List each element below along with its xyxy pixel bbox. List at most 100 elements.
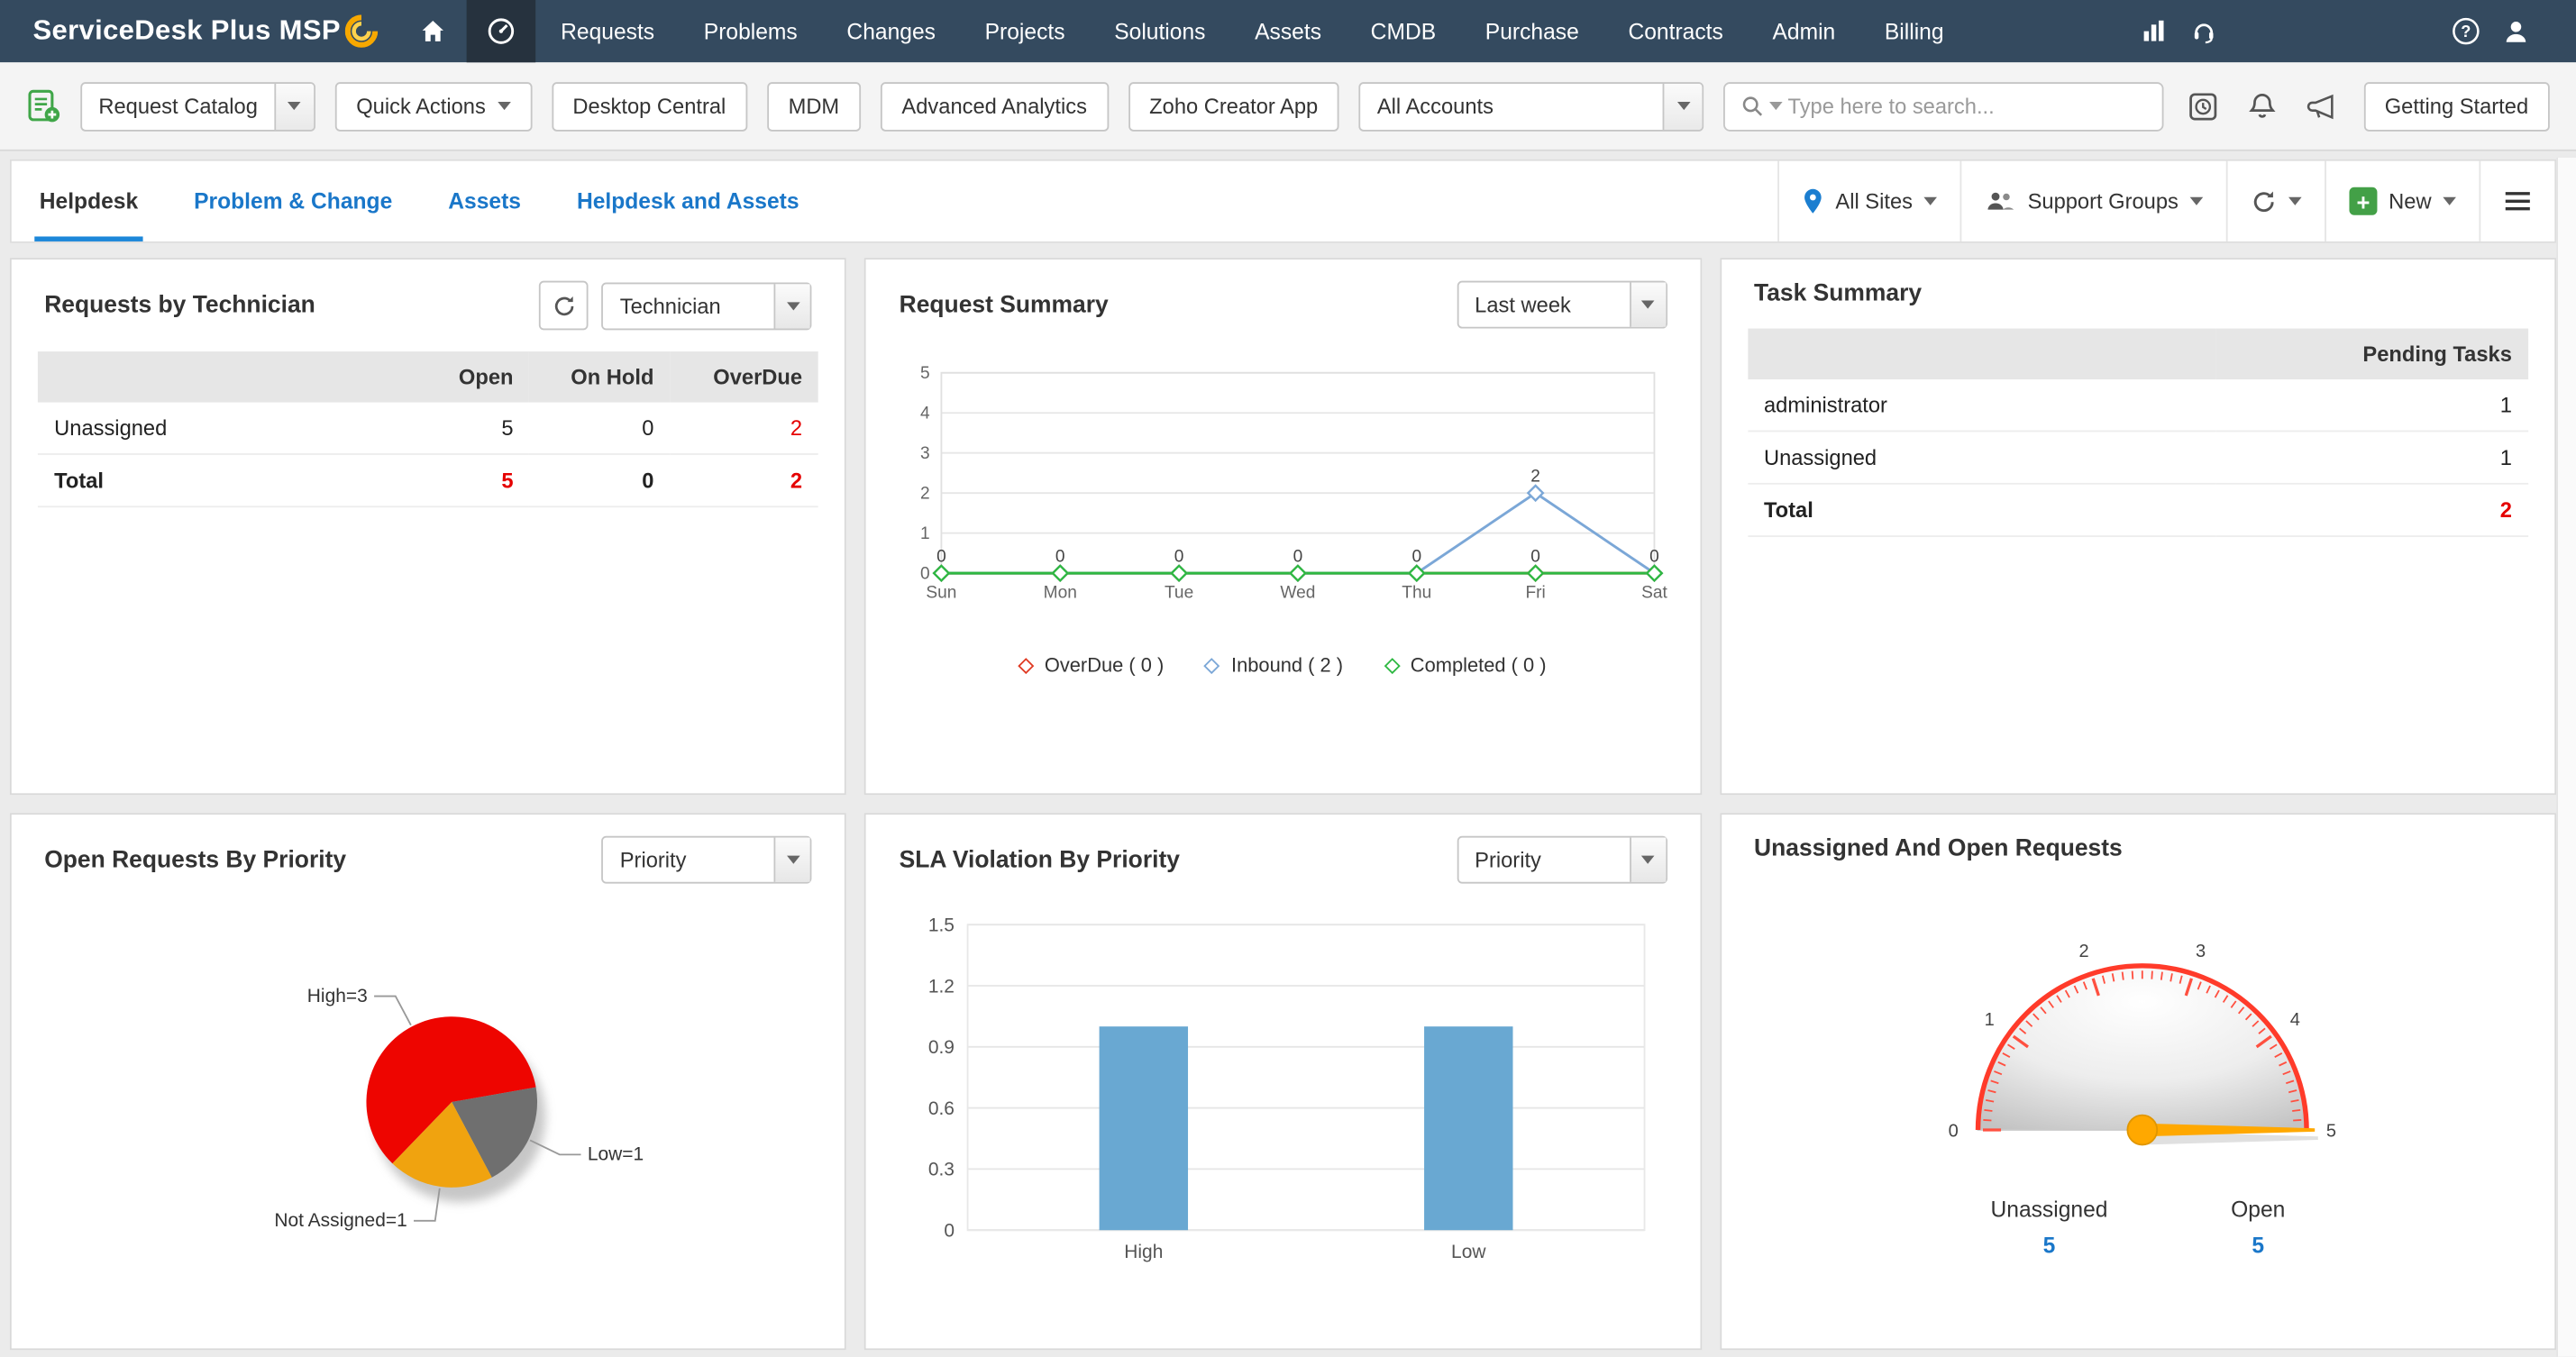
request-catalog-icon[interactable]: [26, 88, 60, 123]
card-sla-violation-by-priority: SLA Violation By Priority Priority 0 0.3 0…: [864, 813, 1702, 1351]
column-header[interactable]: [37, 351, 389, 403]
column-header-overdue[interactable]: OverDue: [670, 351, 819, 403]
svg-text:Fri: Fri: [1526, 583, 1546, 602]
svg-text:3: 3: [2195, 942, 2205, 961]
svg-text:1.2: 1.2: [928, 976, 955, 997]
stat-value-link[interactable]: 5: [2231, 1234, 2285, 1258]
chevron-down-icon: [1923, 196, 1938, 205]
svg-text:Sun: Sun: [927, 583, 957, 602]
stat-open: Open 5: [2231, 1198, 2285, 1258]
open-count[interactable]: 5: [388, 402, 530, 455]
zoho-creator-app-button[interactable]: Zoho Creator App: [1128, 81, 1339, 131]
total-onhold-count[interactable]: 0: [529, 453, 671, 508]
inbound-marker-icon: [1204, 657, 1221, 674]
period-dropdown[interactable]: Last week: [1457, 280, 1667, 329]
recent-items-button[interactable]: [2184, 87, 2224, 126]
dashboard-menu-button[interactable]: [2479, 160, 2554, 241]
total-pending-count[interactable]: 2: [2215, 483, 2529, 538]
owner-name: Unassigned: [1747, 431, 2216, 485]
request-catalog-dropdown[interactable]: Request Catalog: [80, 81, 315, 131]
search-input[interactable]: [1787, 93, 2148, 119]
global-search: [1723, 81, 2164, 131]
getting-started-button[interactable]: Getting Started: [2363, 81, 2550, 131]
tab-helpdesk-and-assets[interactable]: Helpdesk and Assets: [549, 161, 827, 241]
legend-item-overdue[interactable]: OverDue ( 0 ): [1017, 653, 1164, 677]
onhold-count[interactable]: 0: [529, 402, 671, 455]
overdue-count[interactable]: 2: [670, 402, 819, 455]
column-header-onhold[interactable]: On Hold: [529, 351, 671, 403]
dashboard-gauge-icon: [489, 18, 515, 44]
refresh-widget-button[interactable]: [539, 280, 589, 331]
table-row: Unassigned 5 0 2: [37, 402, 819, 455]
search-icon: [1743, 96, 1763, 116]
column-header-open[interactable]: Open: [388, 351, 530, 403]
request-catalog-label: Request Catalog: [98, 93, 258, 119]
requests-gauge-chart: 0 1 2 3 4 5: [1948, 942, 2335, 1146]
table-row: Unassigned 1: [1747, 431, 2529, 485]
nav-item-changes[interactable]: Changes: [822, 0, 960, 62]
nav-item-requests[interactable]: Requests: [536, 0, 680, 62]
gauge-stats: Unassigned 5 Open 5: [1722, 1198, 2555, 1258]
accounts-dropdown[interactable]: All Accounts: [1358, 81, 1704, 131]
desktop-central-button[interactable]: Desktop Central: [551, 81, 748, 131]
support-groups-dropdown[interactable]: Support Groups: [1959, 160, 2226, 241]
svg-text:Not Assigned=1: Not Assigned=1: [274, 1210, 406, 1231]
mdm-button[interactable]: MDM: [766, 81, 861, 131]
pending-count[interactable]: 1: [2215, 379, 2529, 433]
column-header-pending-tasks[interactable]: Pending Tasks: [2215, 328, 2529, 380]
page-scrollbar[interactable]: [2556, 157, 2576, 1357]
card-task-summary: Task Summary Pending Tasks administrator…: [1719, 258, 2557, 796]
user-icon: [2505, 21, 2526, 41]
nav-item-solutions[interactable]: Solutions: [1090, 0, 1230, 62]
total-open-count[interactable]: 5: [388, 453, 530, 508]
refresh-dropdown[interactable]: [2225, 160, 2325, 241]
card-title: SLA Violation By Priority: [899, 846, 1180, 873]
help-button[interactable]: ?: [2442, 0, 2491, 62]
legend-item-completed[interactable]: Completed ( 0 ): [1383, 653, 1547, 677]
total-overdue-count[interactable]: 2: [670, 453, 819, 508]
tab-assets[interactable]: Assets: [420, 161, 549, 241]
search-scope-chevron-icon[interactable]: [1769, 102, 1784, 111]
home-icon: [422, 20, 443, 41]
profile-button[interactable]: [2490, 0, 2540, 62]
svg-text:Sat: Sat: [1642, 583, 1668, 602]
home-button[interactable]: [398, 0, 468, 62]
new-button[interactable]: + New: [2325, 160, 2479, 241]
total-label: Total: [37, 453, 389, 508]
nav-item-projects[interactable]: Projects: [960, 0, 1090, 62]
chevron-down-icon: [497, 102, 511, 111]
priority-dropdown[interactable]: Priority: [601, 835, 813, 884]
notifications-button[interactable]: [2243, 87, 2282, 126]
nav-item-problems[interactable]: Problems: [679, 0, 822, 62]
svg-text:2: 2: [2078, 942, 2088, 961]
svg-text:0: 0: [937, 547, 947, 566]
nav-item-purchase[interactable]: Purchase: [1460, 0, 1603, 62]
nav-item-assets[interactable]: Assets: [1230, 0, 1347, 62]
priority-dropdown[interactable]: Priority: [1457, 835, 1667, 884]
legend-item-inbound[interactable]: Inbound ( 2 ): [1204, 653, 1343, 677]
advanced-analytics-button[interactable]: Advanced Analytics: [880, 81, 1109, 131]
nav-item-contracts[interactable]: Contracts: [1603, 0, 1748, 62]
stat-value-link[interactable]: 5: [1990, 1234, 2107, 1258]
quick-actions-dropdown[interactable]: Quick Actions: [334, 81, 532, 131]
nav-item-admin[interactable]: Admin: [1748, 0, 1859, 62]
announcements-button[interactable]: [2302, 87, 2342, 126]
pending-count[interactable]: 1: [2215, 431, 2529, 485]
tab-helpdesk[interactable]: Helpdesk: [12, 161, 166, 241]
accounts-dropdown-value: All Accounts: [1376, 93, 1494, 119]
dashboard-button[interactable]: [467, 0, 536, 63]
svg-text:5: 5: [921, 364, 931, 383]
card-open-requests-by-priority: Open Requests By Priority Priority High=…: [9, 813, 847, 1351]
card-title: Task Summary: [1754, 280, 1923, 307]
all-sites-dropdown[interactable]: All Sites: [1777, 160, 1960, 241]
support-groups-icon: [1987, 192, 2014, 210]
tab-problem-change[interactable]: Problem & Change: [166, 161, 420, 241]
column-header[interactable]: [1747, 328, 2216, 380]
nav-item-cmdb[interactable]: CMDB: [1346, 0, 1460, 62]
technician-dropdown[interactable]: Technician: [601, 281, 813, 330]
chevron-down-icon[interactable]: [1663, 83, 1703, 130]
nav-item-billing[interactable]: Billing: [1860, 0, 1969, 62]
support-button[interactable]: [2179, 0, 2228, 62]
reports-button[interactable]: [2129, 0, 2179, 62]
chevron-down-icon[interactable]: [274, 83, 314, 130]
